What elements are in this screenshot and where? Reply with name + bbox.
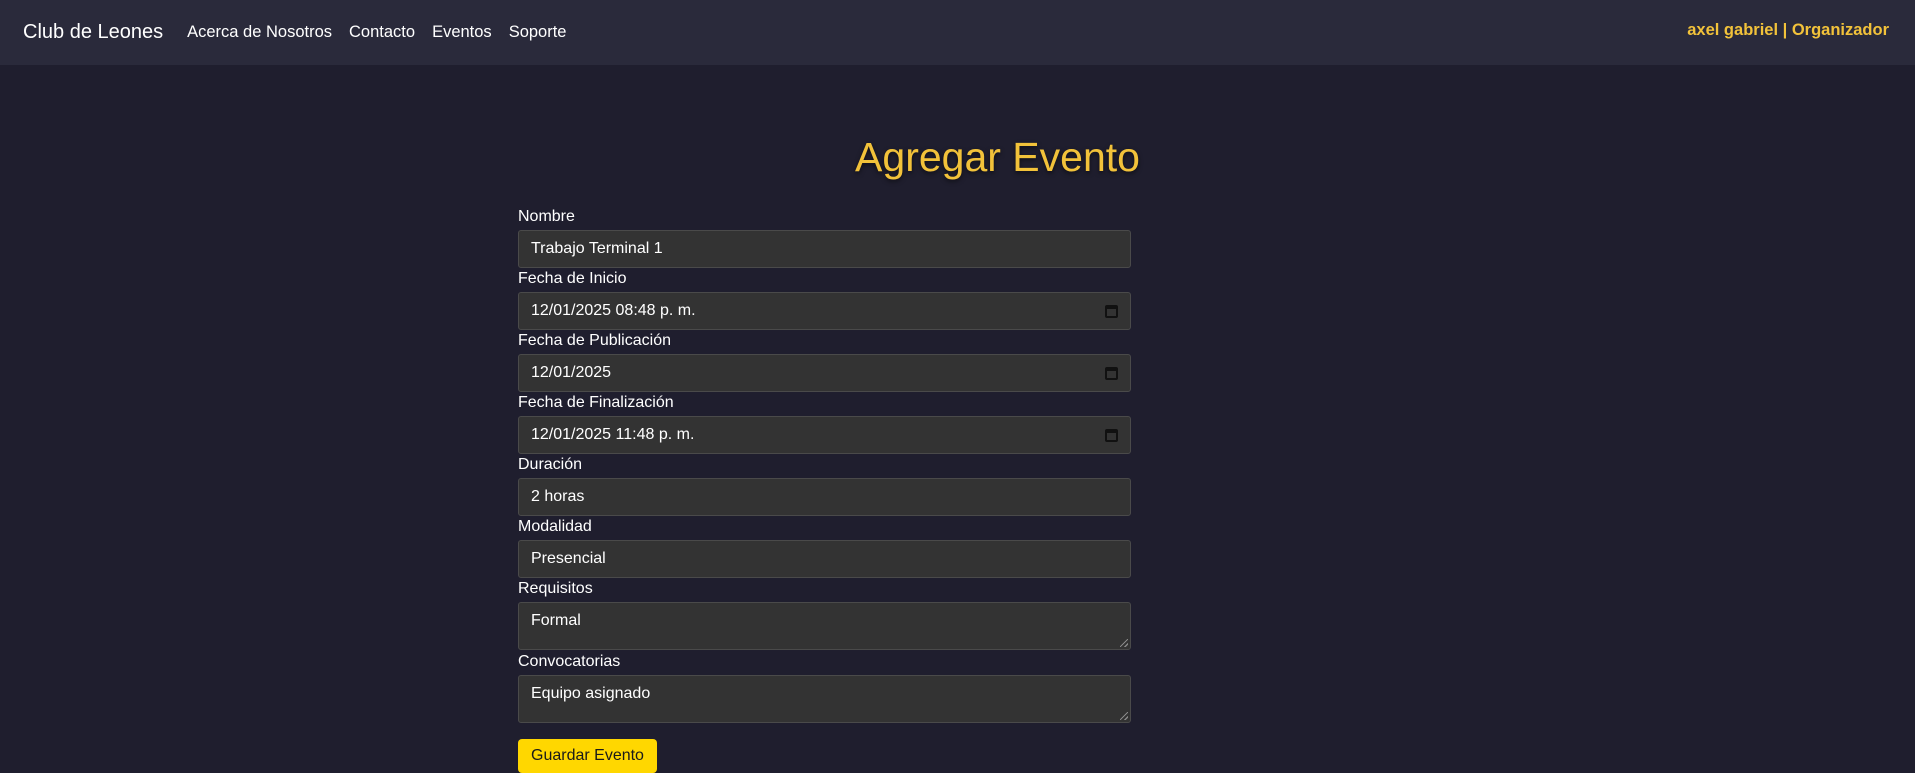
calendar-icon[interactable] — [1105, 428, 1118, 442]
fecha-inicio-value: 12/01/2025 08:48 p. m. — [531, 302, 696, 319]
requisitos-label: Requisitos — [518, 580, 593, 597]
modalidad-input[interactable]: Presencial — [518, 540, 1131, 578]
page-title-text: Agregar Evento — [855, 134, 1140, 180]
nombre-value: Trabajo Terminal 1 — [531, 240, 663, 257]
nombre-label: Nombre — [518, 208, 575, 225]
resize-grip-icon[interactable] — [1120, 712, 1128, 720]
top-navbar: Club de Leones Acerca de Nosotros Contac… — [0, 0, 1915, 65]
user-menu[interactable]: axel gabriel | Organizador — [1687, 21, 1889, 40]
add-event-form: Nombre Trabajo Terminal 1 Fecha de Inici… — [518, 207, 1131, 773]
nav-link-soporte[interactable]: Soporte — [509, 23, 567, 42]
fecha-inicio-input[interactable]: 12/01/2025 08:48 p. m. — [518, 292, 1131, 330]
fecha-publicacion-input[interactable]: 12/01/2025 — [518, 354, 1131, 392]
duracion-input[interactable]: 2 horas — [518, 478, 1131, 516]
calendar-icon[interactable] — [1105, 304, 1118, 318]
modalidad-value: Presencial — [531, 550, 606, 567]
nav-link-eventos[interactable]: Eventos — [432, 23, 492, 42]
save-event-button[interactable]: Guardar Evento — [518, 739, 657, 773]
nav-link-acerca[interactable]: Acerca de Nosotros — [187, 23, 332, 42]
page-title: Agregar Evento — [0, 134, 1915, 181]
requisitos-textarea[interactable]: Formal — [518, 602, 1131, 650]
duracion-value: 2 horas — [531, 488, 585, 505]
fecha-finalizacion-value: 12/01/2025 11:48 p. m. — [531, 426, 695, 443]
modalidad-label: Modalidad — [518, 518, 592, 535]
convocatorias-textarea[interactable]: Equipo asignado — [518, 675, 1131, 723]
fecha-finalizacion-label: Fecha de Finalización — [518, 394, 674, 411]
fecha-inicio-label: Fecha de Inicio — [518, 270, 627, 287]
nav-link-contacto[interactable]: Contacto — [349, 23, 415, 42]
convocatorias-label: Convocatorias — [518, 653, 621, 670]
fecha-publicacion-label: Fecha de Publicación — [518, 332, 671, 349]
resize-grip-icon[interactable] — [1120, 639, 1128, 647]
nombre-input[interactable]: Trabajo Terminal 1 — [518, 230, 1131, 268]
convocatorias-value: Equipo asignado — [531, 685, 651, 702]
fecha-finalizacion-input[interactable]: 12/01/2025 11:48 p. m. — [518, 416, 1131, 454]
duracion-label: Duración — [518, 456, 583, 473]
fecha-publicacion-value: 12/01/2025 — [531, 364, 612, 381]
nav-links: Acerca de Nosotros Contacto Eventos Sopo… — [187, 23, 566, 42]
requisitos-value: Formal — [531, 612, 581, 629]
brand-link[interactable]: Club de Leones — [23, 21, 163, 44]
calendar-icon[interactable] — [1105, 366, 1118, 380]
